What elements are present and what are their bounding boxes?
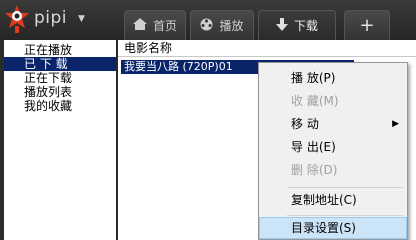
menu-item-move[interactable]: 移 动 ▶: [259, 113, 407, 135]
tab-home-label: 首页: [152, 19, 177, 33]
menu-item-copy-address[interactable]: 复制地址(C): [259, 189, 407, 211]
download-arrow-icon: [275, 17, 288, 34]
brand-name[interactable]: pipi: [34, 8, 67, 28]
sidebar-item-downloaded[interactable]: 已 下 载: [4, 57, 116, 71]
menu-separator: [287, 187, 403, 188]
menu-item-export[interactable]: 导 出(E): [259, 136, 407, 158]
tab-play[interactable]: 播放: [190, 10, 254, 40]
sidebar-item-favorites[interactable]: 我的收藏: [4, 99, 116, 113]
context-menu: 播 放(P) 收 藏(M) 移 动 ▶ 导 出(E) 删 除(D) 复制地址(C…: [258, 62, 408, 240]
tab-download[interactable]: 下载: [258, 10, 336, 40]
menu-item-delete[interactable]: 删 除(D): [259, 159, 407, 181]
menu-separator: [287, 215, 403, 216]
tab-download-label: 下载: [293, 19, 318, 33]
film-reel-icon: [200, 18, 213, 34]
sidebar-item-downloading[interactable]: 正在下载: [4, 71, 116, 85]
add-tab-button[interactable]: +: [344, 10, 390, 40]
column-header-movie-name[interactable]: 电影名称: [118, 40, 416, 57]
sidebar-item-playlist[interactable]: 播放列表: [4, 85, 116, 99]
top-bar: pipi ▼ 首页 播放 下载 +: [0, 0, 416, 40]
sidebar: 正在播放 已 下 载 正在下载 播放列表 我的收藏: [0, 40, 116, 240]
home-icon: [132, 18, 147, 33]
menu-item-play[interactable]: 播 放(P): [259, 67, 407, 89]
menu-item-directory-settings[interactable]: 目录设置(S): [259, 217, 407, 239]
tab-home[interactable]: 首页: [124, 10, 186, 40]
pipi-logo-icon[interactable]: [4, 4, 30, 34]
submenu-arrow-icon: ▶: [392, 119, 399, 129]
sidebar-item-now-playing[interactable]: 正在播放: [4, 43, 116, 57]
menu-item-favorite[interactable]: 收 藏(M): [259, 90, 407, 112]
plus-icon: +: [359, 15, 375, 36]
tab-play-label: 播放: [219, 19, 244, 33]
menu-item-move-label: 移 动: [291, 117, 319, 131]
chevron-down-icon[interactable]: ▼: [78, 14, 85, 24]
